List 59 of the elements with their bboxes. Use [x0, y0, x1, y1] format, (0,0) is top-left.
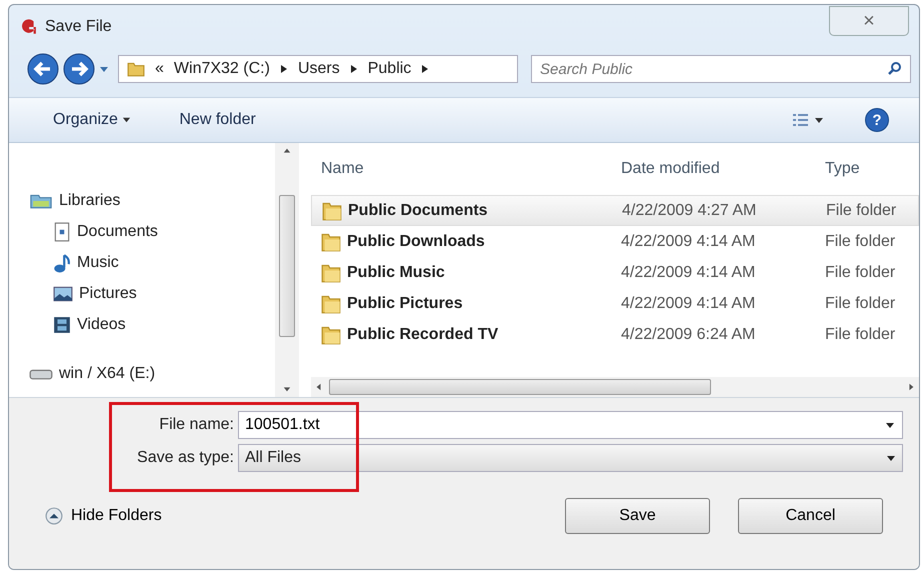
- folder-icon: [321, 294, 341, 314]
- vertical-scrollbar[interactable]: [275, 143, 299, 397]
- new-folder-button[interactable]: New folder: [175, 107, 260, 133]
- sidebar-item[interactable]: win / X64 (E:): [29, 358, 275, 389]
- music-note-icon: [53, 252, 71, 272]
- hide-folders-button[interactable]: Hide Folders: [39, 506, 168, 526]
- breadcrumb-arrow-icon[interactable]: [280, 65, 288, 73]
- breadcrumb[interactable]: Public: [368, 60, 412, 78]
- close-button[interactable]: ×: [829, 6, 909, 36]
- window-title: Save File: [45, 18, 112, 36]
- back-icon[interactable]: [27, 53, 59, 85]
- folder-icon: [321, 262, 341, 282]
- file-row[interactable]: Public Recorded TV 4/22/2009 6:24 AM File folder: [311, 319, 919, 350]
- collapse-icon: [45, 507, 63, 525]
- scroll-down-icon[interactable]: [283, 385, 291, 393]
- help-button[interactable]: ?: [865, 108, 889, 132]
- address-bar[interactable]: « Win7X32 (C:) Users Public: [118, 55, 518, 83]
- picture-icon: [53, 286, 73, 302]
- dialog-button[interactable]: Save: [565, 498, 710, 534]
- scroll-right-icon[interactable]: [907, 383, 915, 391]
- column-header[interactable]: Type: [821, 160, 919, 178]
- film-icon: [53, 316, 71, 334]
- view-options-icon[interactable]: [793, 113, 825, 127]
- folder-icon: [321, 232, 341, 252]
- horizontal-scrollbar[interactable]: [311, 377, 919, 397]
- column-header[interactable]: Date modified: [611, 160, 821, 178]
- sidebar-item[interactable]: Libraries: [29, 185, 275, 216]
- sidebar-item[interactable]: Documents: [29, 216, 275, 247]
- sidebar-item[interactable]: Music: [29, 247, 275, 278]
- field-label: Save as type:: [136, 448, 234, 466]
- scroll-up-icon[interactable]: [283, 147, 291, 155]
- file-name-field[interactable]: 100501.txt: [238, 410, 903, 438]
- field-label: File name:: [158, 416, 234, 434]
- file-type-dropdown[interactable]: All Files: [238, 444, 903, 472]
- file-row[interactable]: Public Documents 4/22/2009 4:27 AM File folder: [311, 195, 919, 226]
- folder-icon: [322, 200, 342, 220]
- file-row[interactable]: Public Downloads 4/22/2009 4:14 AM File folder: [311, 226, 919, 257]
- app-logo-icon: [19, 18, 37, 36]
- overflow-chevron[interactable]: «: [155, 60, 164, 78]
- search-icon[interactable]: [887, 61, 903, 77]
- drive-icon: [29, 368, 53, 380]
- folder-icon: [127, 60, 145, 78]
- breadcrumb[interactable]: Win7X32 (C:): [174, 60, 270, 78]
- caret-icon: [122, 115, 132, 124]
- breadcrumb-arrow-icon[interactable]: [350, 65, 358, 73]
- folder-icon: [321, 324, 341, 344]
- sidebar-item[interactable]: Pictures: [29, 278, 275, 309]
- column-header[interactable]: Name: [311, 160, 611, 178]
- search-field[interactable]: Search Public: [531, 55, 911, 83]
- organize-menu[interactable]: Organize: [49, 107, 136, 133]
- file-row[interactable]: Public Music 4/22/2009 4:14 AM File folder: [311, 257, 919, 288]
- breadcrumb[interactable]: Users: [298, 60, 340, 78]
- sidebar-item[interactable]: Videos: [29, 309, 275, 340]
- breadcrumb-arrow-icon[interactable]: [421, 65, 430, 73]
- forward-icon[interactable]: [63, 53, 95, 85]
- document-icon: [53, 222, 71, 242]
- dialog-button[interactable]: Cancel: [738, 498, 883, 534]
- file-row[interactable]: Public Pictures 4/22/2009 4:14 AM File folder: [311, 288, 919, 319]
- scroll-left-icon[interactable]: [315, 383, 323, 391]
